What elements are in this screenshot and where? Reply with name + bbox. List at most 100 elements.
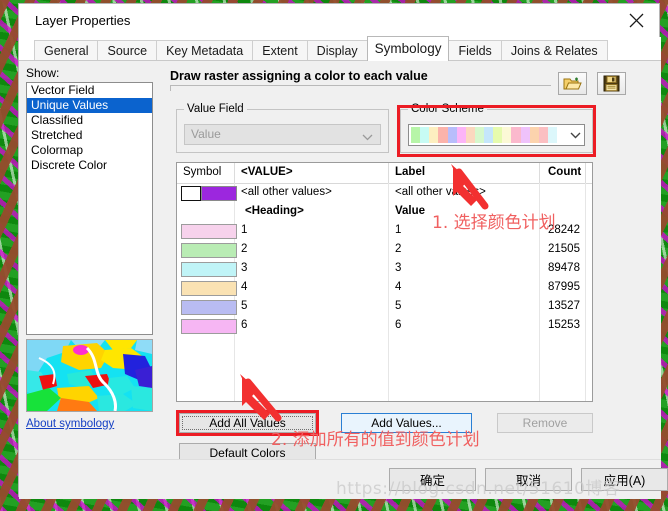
tab-label: Extent (262, 44, 298, 58)
cell-count: 15253 (548, 319, 580, 331)
tab-symbology[interactable]: Symbology (366, 36, 450, 61)
show-item-discrete-color[interactable]: Discrete Color (27, 158, 152, 173)
header-separator (585, 163, 586, 183)
tab-joins-relates[interactable]: Joins & Relates (500, 40, 608, 61)
cell-value: <all other values> (241, 186, 332, 198)
layer-properties-dialog: Layer Properties General Source Key Metada… (18, 3, 668, 499)
ramp-stop (447, 127, 457, 143)
ramp-stop (538, 127, 548, 143)
table-row[interactable]: 2 2 21505 (177, 241, 592, 260)
cell-value: 4 (241, 281, 248, 293)
floppy-save-icon[interactable] (597, 72, 626, 95)
ramp-stop (484, 127, 494, 143)
color-scheme-group: Color Scheme (400, 103, 593, 153)
tab-fields[interactable]: Fields (448, 40, 502, 61)
symbol-swatch-other[interactable] (181, 186, 237, 201)
ramp-stop (429, 127, 439, 143)
swatch-nodata (181, 186, 201, 201)
show-label: Show: (26, 66, 60, 80)
folder-open-icon[interactable] (558, 72, 587, 95)
tab-label: Symbology (374, 41, 442, 56)
symbology-tab-page: Show: Vector Field Unique Values Classifie… (19, 61, 661, 489)
pane-title-rule-left (170, 85, 171, 91)
tab-label: General (44, 44, 89, 58)
value-field-combobox[interactable]: Value (184, 124, 381, 145)
tab-label: Fields (458, 44, 492, 58)
column-header-value: <VALUE> (241, 166, 293, 178)
pane-title: Draw raster assigning a color to each va… (170, 69, 428, 83)
ramp-stop (465, 127, 475, 143)
ramp-stop (520, 127, 530, 143)
color-scheme-combobox[interactable] (408, 124, 585, 146)
cell-count: 13527 (548, 300, 580, 312)
symbol-swatch[interactable] (181, 243, 237, 258)
table-row[interactable]: 4 4 87995 (177, 279, 592, 298)
symbology-preview-thumbnail (26, 339, 153, 412)
cell-label: 2 (395, 243, 402, 255)
symbology-value-table[interactable]: Symbol <VALUE> Label Count <all other va… (176, 162, 593, 402)
ramp-stop (420, 127, 430, 143)
ramp-stop (474, 127, 484, 143)
ramp-stop (411, 127, 421, 143)
symbol-swatch[interactable] (181, 224, 237, 239)
show-item-unique-values[interactable]: Unique Values (27, 98, 152, 113)
symbol-swatch[interactable] (181, 281, 237, 296)
cell-label: <all other values> (395, 186, 486, 198)
ramp-stop (529, 127, 539, 143)
cell-label: 1 (395, 224, 402, 236)
ramp-stop (547, 127, 557, 143)
cell-value: 3 (241, 262, 248, 274)
show-item-colormap[interactable]: Colormap (27, 143, 152, 158)
value-field-legend: Value Field (184, 103, 247, 115)
tab-general[interactable]: General (34, 40, 99, 61)
header-separator (539, 163, 540, 183)
cell-value: 5 (241, 300, 248, 312)
dialog-title: Layer Properties (35, 13, 131, 28)
cell-label: 5 (395, 300, 402, 312)
cell-count: 21505 (548, 243, 580, 255)
ramp-stop (502, 127, 512, 143)
value-field-selected: Value (191, 127, 221, 141)
cell-value: 6 (241, 319, 248, 331)
cell-label: 4 (395, 281, 402, 293)
color-scheme-legend: Color Scheme (408, 103, 487, 115)
column-header-count: Count (548, 166, 582, 178)
cell-label: 6 (395, 319, 402, 331)
chevron-down-icon (566, 125, 584, 145)
table-row[interactable]: 6 6 15253 (177, 317, 592, 336)
cell-heading-value: <Heading> (245, 205, 304, 217)
ramp-stop (511, 127, 521, 143)
symbol-swatch[interactable] (181, 319, 237, 334)
show-item-vector-field[interactable]: Vector Field (27, 83, 152, 98)
symbol-swatch[interactable] (181, 300, 237, 315)
tab-extent[interactable]: Extent (252, 40, 308, 61)
about-symbology-link[interactable]: About symbology (26, 418, 114, 430)
chevron-down-icon (362, 129, 373, 148)
show-item-stretched[interactable]: Stretched (27, 128, 152, 143)
tab-display[interactable]: Display (306, 40, 368, 61)
table-row[interactable]: 3 3 89478 (177, 260, 592, 279)
show-listbox[interactable]: Vector Field Unique Values Classified Stret… (26, 82, 153, 335)
column-header-symbol: Symbol (183, 166, 222, 178)
tab-source[interactable]: Source (97, 40, 158, 61)
table-row[interactable]: <all other values> <all other values> (177, 184, 592, 203)
symbol-swatch[interactable] (181, 262, 237, 277)
close-icon[interactable] (613, 4, 659, 37)
cell-count: 89478 (548, 262, 580, 274)
cell-heading-label: Value (395, 205, 426, 217)
show-item-classified[interactable]: Classified (27, 113, 152, 128)
tab-key-metadata[interactable]: Key Metadata (156, 40, 254, 61)
value-field-group: Value Field Value (176, 103, 389, 153)
ramp-stop (438, 127, 448, 143)
table-row[interactable]: 5 5 13527 (177, 298, 592, 317)
tab-bar: General Source Key Metadata Extent Display Sy… (19, 36, 661, 61)
tab-label: Source (107, 44, 148, 58)
cell-value: 2 (241, 243, 248, 255)
table-header-row: Symbol <VALUE> Label Count (177, 163, 592, 184)
swatch-other (201, 186, 237, 201)
remove-button[interactable]: Remove (497, 413, 593, 433)
tab-label: Display (316, 44, 358, 58)
cell-count: 87995 (548, 281, 580, 293)
cell-value: 1 (241, 224, 248, 236)
watermark-text: https://blog.csdn.net/51610博客 (336, 479, 621, 499)
